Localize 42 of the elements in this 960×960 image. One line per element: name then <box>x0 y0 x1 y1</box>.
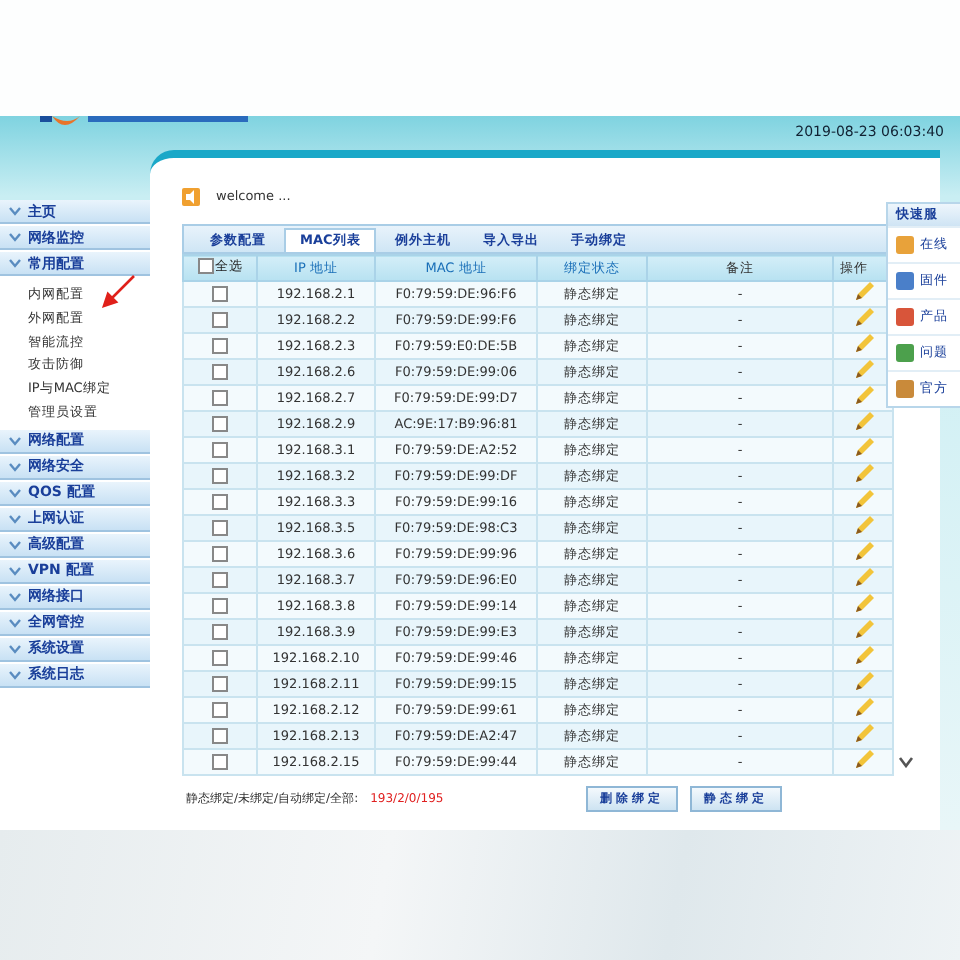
checkbox[interactable] <box>212 468 228 485</box>
pencil-icon[interactable] <box>853 568 873 588</box>
checkbox[interactable] <box>212 312 228 329</box>
checkbox[interactable] <box>212 364 228 381</box>
pencil-icon[interactable] <box>853 360 873 380</box>
pencil-icon[interactable] <box>853 646 873 666</box>
pencil-icon[interactable] <box>853 516 873 536</box>
checkbox[interactable] <box>212 754 228 771</box>
checkbox[interactable] <box>212 416 228 433</box>
pencil-icon[interactable] <box>853 698 873 718</box>
pencil-icon[interactable] <box>853 308 873 328</box>
checkbox[interactable] <box>212 624 228 641</box>
pencil-icon[interactable] <box>853 620 873 640</box>
checkbox[interactable] <box>197 258 213 275</box>
checkbox[interactable] <box>212 520 228 537</box>
pencil-icon[interactable] <box>853 672 873 692</box>
arrow-icon <box>100 274 136 310</box>
pencil-icon[interactable] <box>853 386 873 406</box>
checkbox[interactable] <box>212 676 228 693</box>
checkbox[interactable] <box>212 390 228 407</box>
pencil-icon[interactable] <box>853 412 873 432</box>
checkbox[interactable] <box>212 598 228 615</box>
checkbox[interactable] <box>212 442 228 459</box>
speaker-icon <box>182 187 200 205</box>
checkbox[interactable] <box>212 286 228 303</box>
checkbox[interactable] <box>212 650 228 667</box>
pencil-icon[interactable] <box>853 724 873 744</box>
pencil-icon[interactable] <box>853 490 873 510</box>
pencil-icon[interactable] <box>853 594 873 614</box>
pencil-icon[interactable] <box>853 750 873 770</box>
pencil-icon[interactable] <box>853 542 873 562</box>
checkbox[interactable] <box>212 702 228 719</box>
pencil-icon[interactable] <box>853 438 873 458</box>
pencil-icon[interactable] <box>853 282 873 302</box>
checkbox[interactable] <box>212 494 228 511</box>
pencil-icon[interactable] <box>853 464 873 484</box>
checkbox[interactable] <box>212 572 228 589</box>
scroll-down-icon[interactable] <box>898 756 914 768</box>
checkbox[interactable] <box>212 546 228 563</box>
checkbox[interactable] <box>212 338 228 355</box>
pencil-icon[interactable] <box>853 334 873 354</box>
checkbox[interactable] <box>212 728 228 745</box>
